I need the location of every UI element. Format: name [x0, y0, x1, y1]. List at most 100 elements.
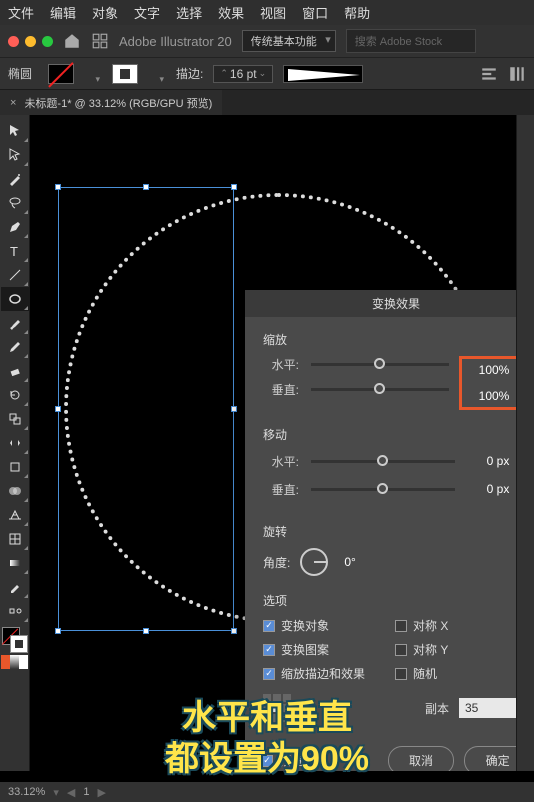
main-area: T [0, 115, 534, 771]
align-icon[interactable] [480, 65, 498, 83]
scale-h-slider[interactable] [311, 363, 449, 366]
chk-transform-objects[interactable]: ✓变换对象 [263, 617, 365, 634]
stroke-decrease-icon[interactable]: ⌃ [218, 68, 230, 79]
handle-mid-left[interactable] [55, 406, 61, 412]
svg-text:T: T [10, 244, 18, 259]
free-transform-tool[interactable] [1, 455, 29, 479]
menu-select[interactable]: 选择 [176, 3, 202, 22]
checkbox-on-icon: ✓ [263, 620, 275, 632]
checkbox-on-icon: ✓ [263, 644, 275, 656]
handle-bot-mid[interactable] [143, 628, 149, 634]
menu-effect[interactable]: 效果 [218, 3, 244, 22]
move-v-value[interactable]: 0 px [467, 479, 516, 499]
document-tab[interactable]: × 未标题-1* @ 33.12% (RGB/GPU 预览) [0, 90, 222, 115]
paintbrush-tool[interactable] [1, 311, 29, 335]
home-icon[interactable] [63, 32, 81, 50]
chk-random[interactable]: 随机 [395, 665, 448, 682]
scale-v-value[interactable]: 100% [463, 386, 516, 406]
arrange-options-icon[interactable] [508, 65, 526, 83]
menu-file[interactable]: 文件 [8, 3, 34, 22]
menu-type[interactable]: 文字 [134, 3, 160, 22]
move-v-slider[interactable] [311, 488, 455, 491]
rotate-tool[interactable] [1, 383, 29, 407]
artboard-nav[interactable]: 1 [83, 786, 89, 798]
move-section-label: 移动 [263, 426, 516, 443]
handle-top-left[interactable] [55, 184, 61, 190]
move-h-value[interactable]: 0 px [467, 451, 516, 471]
fill-swatch[interactable] [48, 64, 74, 84]
width-tool[interactable] [1, 431, 29, 455]
scale-h-value[interactable]: 100% [463, 360, 516, 380]
brush-profile-preview[interactable] [283, 65, 363, 83]
move-h-slider[interactable] [311, 460, 455, 463]
shape-builder-tool[interactable] [1, 479, 29, 503]
move-v-label: 垂直: [263, 481, 299, 498]
color-mode-none[interactable] [19, 655, 28, 669]
eraser-tool[interactable] [1, 359, 29, 383]
selection-tool[interactable] [1, 119, 29, 143]
color-mode-gradient[interactable] [10, 655, 19, 669]
mesh-tool[interactable] [1, 527, 29, 551]
workspace-dropdown[interactable]: 传统基本功能 [242, 30, 336, 52]
fill-dropdown[interactable] [84, 72, 102, 76]
angle-value[interactable]: 0° [338, 552, 378, 572]
stroke-increase-icon[interactable]: ⌄ [257, 68, 269, 79]
ellipse-tool[interactable] [1, 287, 29, 311]
menu-help[interactable]: 帮助 [344, 3, 370, 22]
stroke-swatch[interactable] [112, 64, 138, 84]
options-bar: 椭圆 描边: ⌃ 16 pt ⌄ [0, 57, 534, 89]
handle-bot-left[interactable] [55, 628, 61, 634]
menu-object[interactable]: 对象 [92, 3, 118, 22]
perspective-tool[interactable] [1, 503, 29, 527]
chk-reflect-y[interactable]: 对称 Y [395, 641, 448, 658]
chk-reflect-x[interactable]: 对称 X [395, 617, 448, 634]
document-tab-bar: × 未标题-1* @ 33.12% (RGB/GPU 预览) [0, 89, 534, 115]
eyedropper-tool[interactable] [1, 575, 29, 599]
stroke-weight-input[interactable]: ⌃ 16 pt ⌄ [213, 65, 273, 83]
stroke-proxy[interactable] [10, 635, 28, 653]
slider-knob-icon[interactable] [374, 383, 385, 394]
close-tab-icon[interactable]: × [10, 97, 16, 109]
app-toolbar: Adobe Illustrator 20 传统基本功能 搜索 Adobe Sto… [0, 25, 534, 57]
type-tool[interactable]: T [1, 239, 29, 263]
lasso-tool[interactable] [1, 191, 29, 215]
zoom-level[interactable]: 33.12% [8, 786, 45, 798]
handle-top-right[interactable] [231, 184, 237, 190]
maximize-window-button[interactable] [42, 36, 53, 47]
canvas-area[interactable]: 变换效果 缩放 水平: 垂直: [30, 115, 516, 771]
right-panel-collapsed[interactable] [516, 115, 534, 771]
scale-v-slider[interactable] [311, 388, 449, 391]
angle-dial[interactable] [300, 548, 328, 576]
slider-knob-icon[interactable] [377, 455, 388, 466]
menu-edit[interactable]: 编辑 [50, 3, 76, 22]
menu-window[interactable]: 窗口 [302, 3, 328, 22]
minimize-window-button[interactable] [25, 36, 36, 47]
direct-selection-tool[interactable] [1, 143, 29, 167]
handle-bot-right[interactable] [231, 628, 237, 634]
gradient-tool[interactable] [1, 551, 29, 575]
stroke-dropdown[interactable] [148, 72, 166, 76]
scale-tool[interactable] [1, 407, 29, 431]
active-shape-label: 椭圆 [8, 65, 32, 82]
pen-tool[interactable] [1, 215, 29, 239]
slider-knob-icon[interactable] [374, 358, 385, 369]
search-input[interactable]: 搜索 Adobe Stock [346, 29, 476, 53]
color-mode-row [1, 655, 28, 669]
scale-v-label: 垂直: [263, 381, 299, 398]
fill-stroke-proxy[interactable] [2, 627, 28, 653]
line-tool[interactable] [1, 263, 29, 287]
slider-knob-icon[interactable] [377, 483, 388, 494]
tools-panel: T [0, 115, 30, 771]
pencil-tool[interactable] [1, 335, 29, 359]
stroke-weight-value: 16 pt [230, 67, 257, 81]
close-window-button[interactable] [8, 36, 19, 47]
arrange-icon[interactable] [91, 32, 109, 50]
blend-tool[interactable] [1, 599, 29, 623]
color-mode-solid[interactable] [1, 655, 10, 669]
menu-view[interactable]: 视图 [260, 3, 286, 22]
handle-top-mid[interactable] [143, 184, 149, 190]
scale-h-label: 水平: [263, 356, 299, 373]
magic-wand-tool[interactable] [1, 167, 29, 191]
chk-scale-strokes[interactable]: ✓缩放描边和效果 [263, 665, 365, 682]
chk-transform-patterns[interactable]: ✓变换图案 [263, 641, 365, 658]
